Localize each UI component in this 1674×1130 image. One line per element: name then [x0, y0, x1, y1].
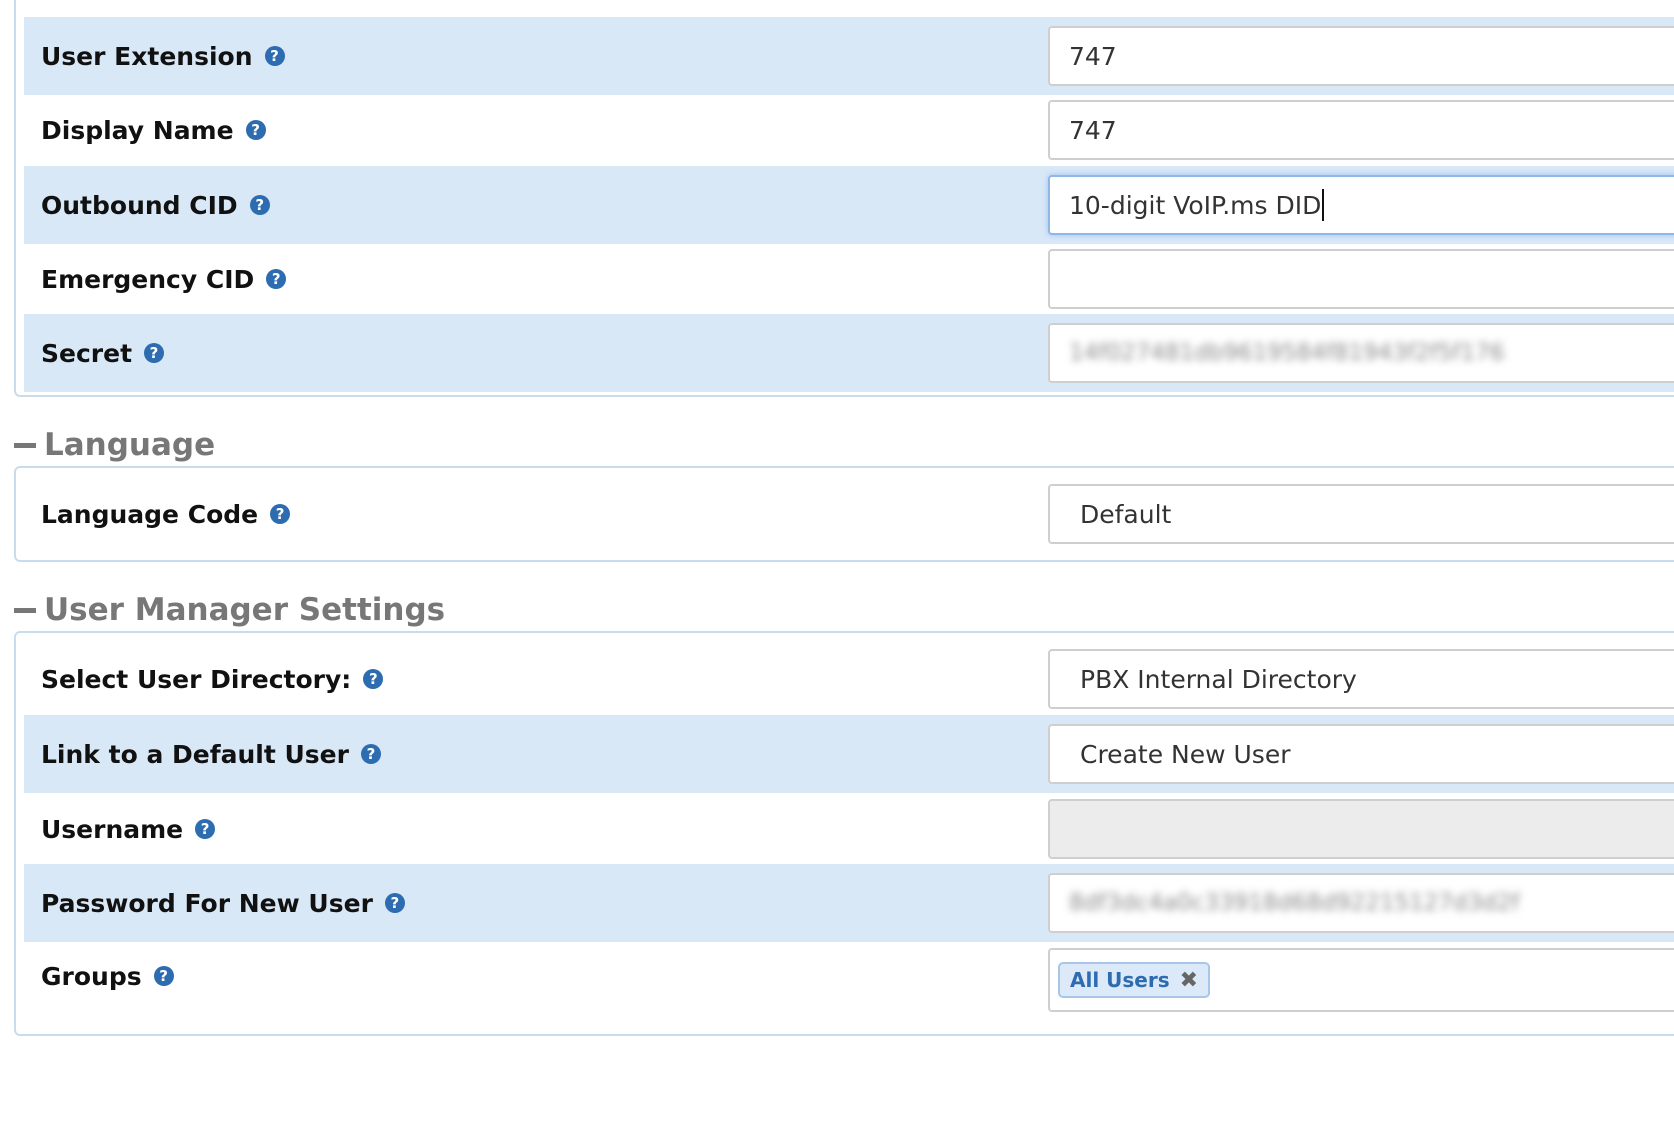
group-tag: All Users ✖ — [1058, 962, 1211, 998]
question-circle-icon[interactable]: ? — [360, 744, 381, 764]
close-x-icon[interactable]: ✖ — [1180, 968, 1198, 993]
emergency-cid-label: Emergency CID — [41, 264, 255, 294]
user-directory-select[interactable]: PBX Internal Directory — [1048, 649, 1674, 709]
username-input[interactable] — [1048, 799, 1674, 859]
user-extension-input[interactable]: 747 — [1048, 26, 1674, 86]
display-name-label: Display Name — [41, 115, 234, 145]
display-name-input[interactable]: 747 — [1048, 100, 1674, 160]
language-section-header[interactable]: Language — [14, 424, 215, 466]
language-section-title: Language — [44, 427, 216, 463]
default-user-row: Link to a Default User ? Create New User — [24, 715, 1674, 793]
question-circle-icon[interactable]: ? — [270, 504, 291, 524]
new-user-password-input[interactable]: 8df3dc4a0c33918d68d92215127d3d2f — [1048, 873, 1674, 933]
question-circle-icon[interactable]: ? — [144, 343, 165, 363]
groups-row: Groups ? All Users ✖ — [24, 937, 1674, 1015]
question-circle-icon[interactable]: ? — [384, 893, 405, 913]
emergency-cid-row: Emergency CID ? — [24, 240, 1674, 318]
language-code-label: Language Code — [41, 499, 259, 529]
question-circle-icon[interactable]: ? — [363, 669, 384, 689]
emergency-cid-input[interactable] — [1048, 249, 1674, 309]
user-manager-section-title: User Manager Settings — [44, 592, 446, 628]
username-row: Username ? — [24, 790, 1674, 868]
username-label: Username — [41, 814, 184, 844]
new-user-password-row: Password For New User ? 8df3dc4a0c33918d… — [24, 864, 1674, 942]
question-circle-icon[interactable]: ? — [249, 195, 270, 215]
default-user-label: Link to a Default User — [41, 739, 349, 769]
extension-panel: User Extension ? 747 Display Name ? 747 … — [14, 0, 1674, 397]
extension-settings-page: User Extension ? 747 Display Name ? 747 … — [0, 0, 1674, 1130]
minus-icon — [14, 607, 36, 613]
question-circle-icon[interactable]: ? — [245, 120, 266, 140]
question-circle-icon[interactable]: ? — [195, 819, 216, 839]
outbound-cid-label: Outbound CID — [41, 190, 238, 220]
outbound-cid-row: Outbound CID ? 10-digit VoIP.ms DID — [24, 166, 1674, 244]
group-tag-label: All Users — [1070, 968, 1170, 992]
language-panel: Language Code ? Default — [14, 466, 1674, 562]
user-extension-label: User Extension — [41, 41, 253, 71]
outbound-cid-input[interactable]: 10-digit VoIP.ms DID — [1048, 175, 1674, 235]
language-code-select[interactable]: Default — [1048, 484, 1674, 544]
display-name-row: Display Name ? 747 — [24, 91, 1674, 169]
question-circle-icon[interactable]: ? — [153, 966, 174, 986]
user-directory-row: Select User Directory: ? PBX Internal Di… — [24, 640, 1674, 718]
secret-label: Secret — [41, 338, 133, 368]
question-circle-icon[interactable]: ? — [264, 46, 285, 66]
user-manager-panel: Select User Directory: ? PBX Internal Di… — [14, 631, 1674, 1036]
question-circle-icon[interactable]: ? — [266, 269, 287, 289]
secret-input[interactable]: 14f027481db9619584f81943f2f5f176 — [1048, 323, 1674, 383]
language-code-row: Language Code ? Default — [24, 475, 1674, 553]
default-user-select[interactable]: Create New User — [1048, 724, 1674, 784]
groups-label: Groups — [41, 961, 142, 991]
new-user-password-label: Password For New User — [41, 888, 373, 918]
groups-multiselect[interactable]: All Users ✖ — [1048, 948, 1674, 1012]
user-extension-row: User Extension ? 747 — [24, 17, 1674, 95]
text-cursor — [1322, 189, 1325, 221]
secret-row: Secret ? 14f027481db9619584f81943f2f5f17… — [24, 314, 1674, 392]
minus-icon — [14, 442, 36, 448]
user-manager-section-header[interactable]: User Manager Settings — [14, 589, 445, 631]
user-directory-label: Select User Directory: — [41, 664, 352, 694]
